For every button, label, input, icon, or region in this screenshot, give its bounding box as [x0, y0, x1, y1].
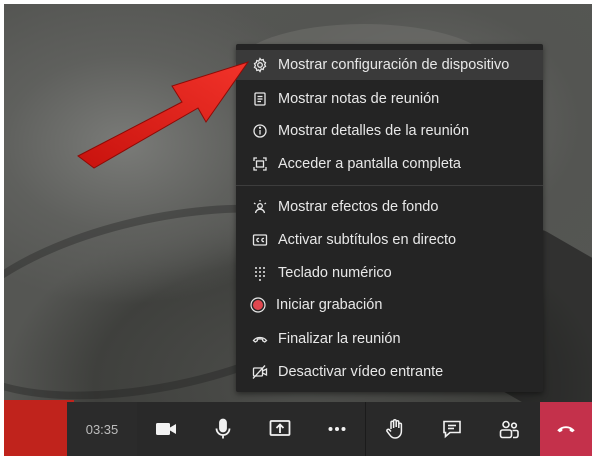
menu-item-background-effects[interactable]: Mostrar efectos de fondo	[236, 192, 543, 222]
menu-item-fullscreen[interactable]: Acceder a pantalla completa	[236, 149, 543, 179]
menu-item-label: Iniciar grabación	[276, 297, 383, 313]
menu-item-meeting-details[interactable]: Mostrar detalles de la reunión	[236, 116, 543, 146]
raise-hand-icon	[385, 419, 402, 439]
more-options-button[interactable]	[308, 402, 365, 456]
more-options-icon	[328, 427, 345, 431]
menu-item-label: Finalizar la reunión	[278, 331, 401, 347]
video-off-icon	[251, 363, 269, 381]
menu-item-label: Acceder a pantalla completa	[278, 156, 461, 172]
fullscreen-icon	[251, 155, 269, 173]
menu-item-label: Teclado numérico	[278, 265, 392, 281]
captions-icon	[251, 231, 269, 249]
camera-button[interactable]	[137, 402, 194, 456]
menu-item-end-meeting[interactable]: Finalizar la reunión	[236, 324, 543, 354]
menu-item-dialpad[interactable]: Teclado numérico	[236, 258, 543, 288]
menu-item-label: Mostrar detalles de la reunión	[278, 123, 470, 139]
background-effects-icon	[251, 198, 269, 216]
hang-up-button[interactable]	[540, 402, 592, 456]
menu-item-label: Mostrar efectos de fondo	[278, 199, 439, 215]
chat-button[interactable]	[423, 402, 480, 456]
more-options-menu: Mostrar configuración de dispositivo Mos…	[236, 44, 543, 392]
raise-hand-button[interactable]	[366, 402, 423, 456]
menu-item-live-captions[interactable]: Activar subtítulos en directo	[236, 225, 543, 255]
video-blur-shape	[4, 400, 74, 456]
gear-icon	[251, 56, 269, 74]
menu-item-device-settings[interactable]: Mostrar configuración de dispositivo	[236, 50, 543, 80]
menu-item-disable-incoming-video[interactable]: Desactivar vídeo entrante	[236, 357, 543, 387]
camera-icon	[155, 423, 176, 435]
red-arrow-annotation	[77, 61, 250, 169]
menu-item-meeting-notes[interactable]: Mostrar notas de reunión	[236, 84, 543, 114]
call-toolbar: 03:35	[67, 402, 592, 456]
end-call-icon	[251, 330, 269, 348]
microphone-icon	[215, 418, 230, 439]
record-icon	[249, 296, 267, 314]
hang-up-icon	[557, 426, 575, 433]
participants-icon	[499, 420, 519, 439]
menu-item-label: Mostrar notas de reunión	[278, 91, 440, 107]
dialpad-icon	[251, 264, 269, 282]
menu-divider	[236, 185, 543, 186]
call-timer: 03:35	[67, 402, 137, 456]
microphone-button[interactable]	[194, 402, 251, 456]
menu-item-label: Mostrar configuración de dispositivo	[278, 57, 510, 73]
menu-item-label: Activar subtítulos en directo	[278, 232, 457, 248]
menu-item-start-recording[interactable]: Iniciar grabación	[236, 290, 543, 320]
info-icon	[251, 122, 269, 140]
menu-item-label: Desactivar vídeo entrante	[278, 364, 444, 380]
chat-icon	[442, 420, 461, 439]
notes-icon	[251, 90, 269, 108]
participants-button[interactable]	[480, 402, 537, 456]
share-screen-icon	[269, 420, 290, 436]
share-screen-button[interactable]	[251, 402, 308, 456]
